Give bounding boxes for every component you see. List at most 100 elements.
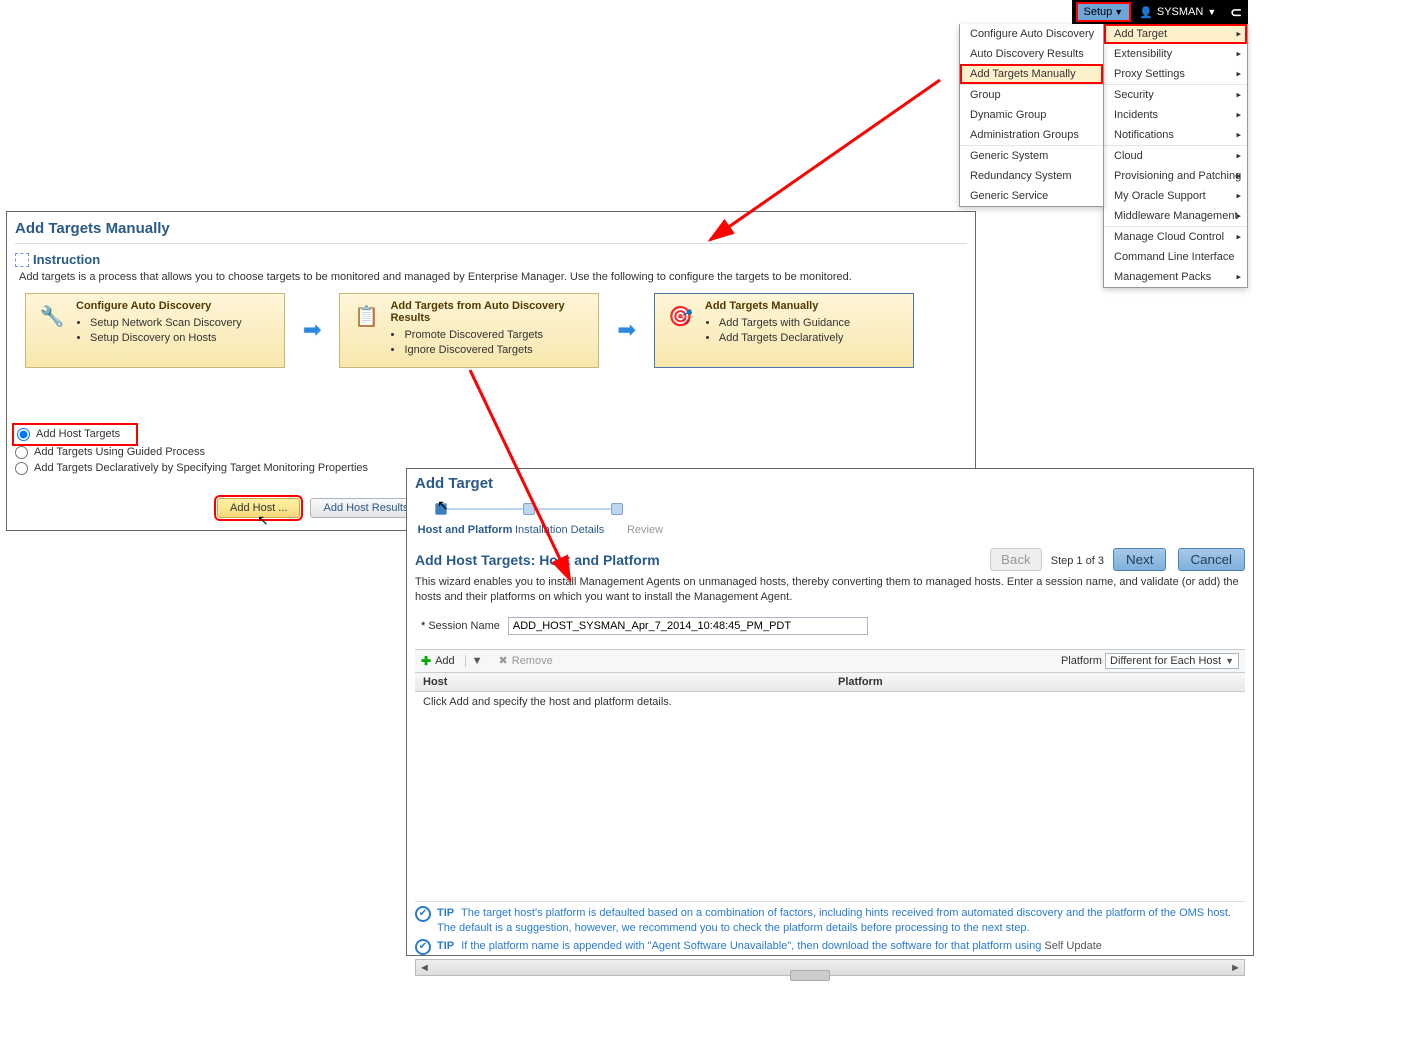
submenu-arrow-icon: ▸ <box>1236 171 1241 182</box>
wizard-description: This wizard enables you to install Manag… <box>415 575 1245 605</box>
train-label[interactable]: Installation Details <box>515 524 615 536</box>
submenu-arrow-icon: ▸ <box>1236 191 1241 202</box>
menu-item[interactable]: Middleware Management▸ <box>1104 206 1247 226</box>
setup-label: Setup <box>1084 6 1113 18</box>
tip-label: TIP <box>437 940 454 952</box>
radio-guided-process[interactable]: Add Targets Using Guided Process <box>15 446 967 459</box>
menu-item[interactable]: Provisioning and Patching▸ <box>1104 166 1247 186</box>
tip-2: ✔ TIP If the platform name is appended w… <box>415 939 1245 955</box>
tip-icon: ✔ <box>415 906 431 922</box>
session-name-input[interactable] <box>508 617 868 635</box>
platform-selector: Platform Different for Each Host ▼ <box>1061 653 1239 669</box>
submenu-arrow-icon: ▸ <box>1236 49 1241 60</box>
train-labels: Host and Platform Installation Details R… <box>415 524 1245 536</box>
instruction-title: Instruction <box>15 252 967 267</box>
radio-input[interactable] <box>15 446 28 459</box>
submenu-arrow-icon: ▸ <box>1236 272 1241 283</box>
menu-item[interactable]: Group <box>960 84 1103 105</box>
menu-item[interactable]: Management Packs▸ <box>1104 267 1247 287</box>
menu-item[interactable]: Configure Auto Discovery <box>960 24 1103 44</box>
user-label: SYSMAN <box>1157 6 1203 18</box>
instruction-icon <box>15 253 29 267</box>
setup-button[interactable]: Setup ▼ <box>1076 2 1132 22</box>
submenu-arrow-icon: ▸ <box>1236 90 1241 101</box>
menu-item[interactable]: Extensibility▸ <box>1104 44 1247 64</box>
grid-empty-text: Click Add and specify the host and platf… <box>423 696 672 708</box>
session-name-label: Session Name <box>421 620 500 632</box>
radio-input[interactable] <box>17 428 30 441</box>
scroll-right-icon[interactable]: ► <box>1227 962 1244 974</box>
grid-header: Host Platform <box>415 673 1245 692</box>
back-button: Back <box>990 548 1042 571</box>
wizard-train <box>435 498 1245 520</box>
menu-item[interactable]: Generic Service <box>960 186 1103 206</box>
radio-add-host-targets[interactable]: Add Host Targets <box>15 426 135 443</box>
list-add-icon: 📋 <box>350 300 382 332</box>
add-host-button[interactable]: Add Host ... <box>217 498 300 518</box>
add-host-results-button[interactable]: Add Host Results <box>310 498 421 518</box>
submenu-arrow-icon: ▸ <box>1236 151 1241 162</box>
remove-button: ✖ Remove <box>499 654 553 667</box>
platform-dropdown[interactable]: Different for Each Host ▼ <box>1105 653 1239 669</box>
cancel-button[interactable]: Cancel <box>1178 548 1246 571</box>
self-update-link[interactable]: Self Update <box>1044 940 1101 952</box>
user-button[interactable]: 👤 SYSMAN ▼ <box>1131 6 1224 19</box>
caret-down-icon: ▼ <box>1207 7 1216 17</box>
menu-item[interactable]: My Oracle Support▸ <box>1104 186 1247 206</box>
col-host: Host <box>415 673 830 691</box>
add-dropdown-caret[interactable]: ▼ <box>465 655 489 667</box>
train-node <box>523 503 535 515</box>
menu-item[interactable]: Generic System <box>960 145 1103 166</box>
top-bar: Setup ▼ 👤 SYSMAN ▼ ⊂ <box>1072 0 1249 24</box>
arrow-right-icon: ➡ <box>617 317 635 343</box>
menu-item[interactable]: Dynamic Group <box>960 105 1103 125</box>
scroll-left-icon[interactable]: ◄ <box>416 962 433 974</box>
card-list: Add Targets with Guidance Add Targets De… <box>705 316 850 347</box>
next-button[interactable]: Next <box>1113 548 1166 571</box>
arrow-right-icon: ➡ <box>303 317 321 343</box>
radio-input[interactable] <box>15 462 28 475</box>
horizontal-scrollbar[interactable]: ◄ ► <box>415 959 1245 976</box>
panel1-buttons: Add Host ... Add Host Results <box>217 498 421 518</box>
col-platform: Platform <box>830 673 1245 691</box>
add-button[interactable]: ✚ Add <box>421 654 455 668</box>
menu-item[interactable]: Security▸ <box>1104 84 1247 105</box>
add-target-menu[interactable]: Configure Auto DiscoveryAuto Discovery R… <box>959 24 1104 207</box>
flow-cards: 🔧 Configure Auto Discovery Setup Network… <box>25 293 967 368</box>
menu-item[interactable]: Manage Cloud Control▸ <box>1104 226 1247 247</box>
train-label-active[interactable]: Host and Platform <box>415 524 515 536</box>
train-node-active <box>435 503 447 515</box>
scroll-thumb[interactable] <box>790 970 830 981</box>
menu-item[interactable]: Add Targets Manually <box>960 64 1103 84</box>
submenu-arrow-icon: ▸ <box>1236 130 1241 141</box>
submenu-arrow-icon: ▸ <box>1236 211 1241 222</box>
wrench-icon: 🔧 <box>36 300 68 332</box>
menu-item[interactable]: Incidents▸ <box>1104 105 1247 125</box>
submenu-arrow-icon: ▸ <box>1236 29 1241 40</box>
train-label-disabled: Review <box>615 524 675 536</box>
menu-item[interactable]: Auto Discovery Results <box>960 44 1103 64</box>
tip-body: If the platform name is appended with "A… <box>461 940 1102 952</box>
menu-item[interactable]: Proxy Settings▸ <box>1104 64 1247 84</box>
user-icon: 👤 <box>1139 6 1153 19</box>
menu-item[interactable]: Administration Groups <box>960 125 1103 145</box>
host-toolbar: ✚ Add ▼ ✖ Remove Platform Different for … <box>415 649 1245 673</box>
wizard-nav-buttons: Back Step 1 of 3 Next Cancel <box>990 548 1245 571</box>
setup-menu[interactable]: Add Target▸Extensibility▸Proxy Settings▸… <box>1103 24 1248 288</box>
menu-item[interactable]: Command Line Interface <box>1104 247 1247 267</box>
card-list: Promote Discovered Targets Ignore Discov… <box>390 328 588 359</box>
card-configure-auto-discovery: 🔧 Configure Auto Discovery Setup Network… <box>25 293 285 368</box>
menu-item[interactable]: Cloud▸ <box>1104 145 1247 166</box>
platform-label: Platform <box>1061 655 1102 667</box>
menu-item[interactable]: Add Target▸ <box>1104 24 1247 44</box>
target-icon: 🎯 <box>665 300 697 332</box>
menu-item[interactable]: Redundancy System <box>960 166 1103 186</box>
tip-body: The target host's platform is defaulted … <box>437 907 1231 934</box>
logo-icon: ⊂ <box>1224 4 1248 21</box>
grid-body: Click Add and specify the host and platf… <box>415 692 1245 902</box>
card-title: Add Targets Manually <box>705 300 850 312</box>
menu-item[interactable]: Notifications▸ <box>1104 125 1247 145</box>
page-title: Add Targets Manually <box>15 220 967 244</box>
step-indicator: Step 1 of 3 <box>1051 555 1104 567</box>
wizard-title: Add Target <box>415 475 1245 492</box>
